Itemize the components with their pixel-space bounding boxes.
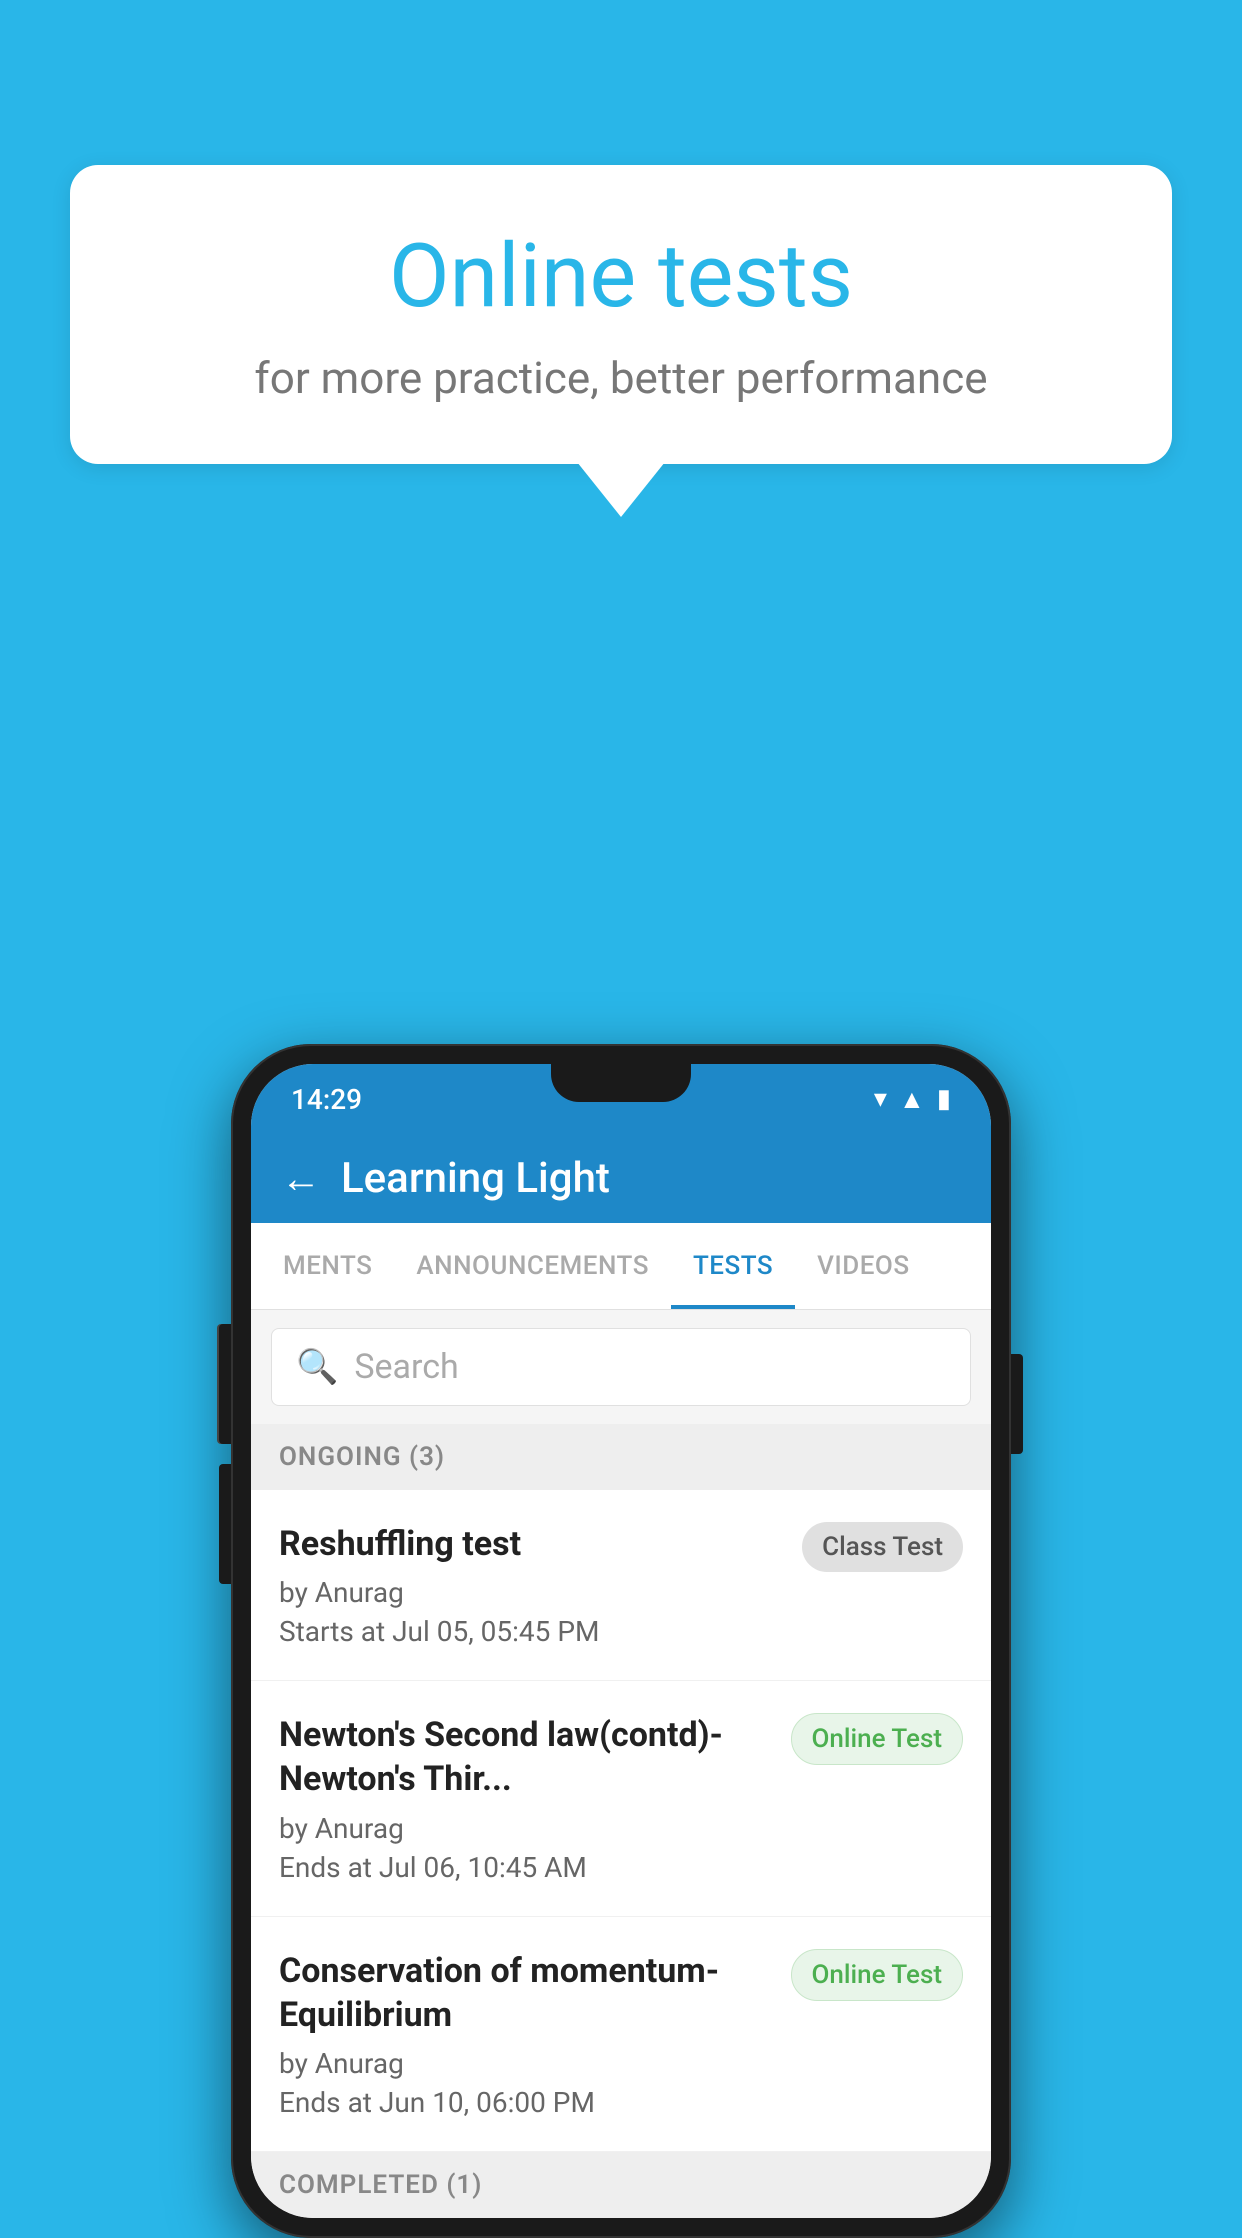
test-date: Ends at Jul 06, 10:45 AM (279, 1851, 771, 1884)
back-button[interactable]: ← (281, 1155, 321, 1202)
test-name: Conservation of momentum-Equilibrium (279, 1949, 771, 2037)
app-title: Learning Light (341, 1154, 610, 1203)
notch (551, 1064, 691, 1102)
tab-announcements[interactable]: ANNOUNCEMENTS (394, 1223, 671, 1309)
test-info: Reshuffling test by Anurag Starts at Jul… (279, 1522, 802, 1648)
test-author: by Anurag (279, 1812, 771, 1845)
test-badge: Online Test (791, 1949, 964, 2001)
signal-icon: ▲ (899, 1084, 925, 1115)
status-bar: 14:29 ▾ ▲ ▮ (251, 1064, 991, 1134)
tabs-bar: MENTS ANNOUNCEMENTS TESTS VIDEOS (251, 1223, 991, 1310)
speech-bubble-section: Online tests for more practice, better p… (70, 165, 1172, 517)
test-date: Ends at Jun 10, 06:00 PM (279, 2086, 771, 2119)
test-author: by Anurag (279, 1576, 782, 1609)
test-item[interactable]: Conservation of momentum-Equilibrium by … (251, 1917, 991, 2152)
battery-icon: ▮ (937, 1084, 951, 1114)
search-container: 🔍 Search (251, 1310, 991, 1424)
test-name: Newton's Second law(contd)-Newton's Thir… (279, 1713, 771, 1801)
phone-screen: 14:29 ▾ ▲ ▮ ← Learning Light MENTS ANNOU… (251, 1064, 991, 2218)
tab-tests[interactable]: TESTS (671, 1223, 795, 1309)
ongoing-title: ONGOING (3) (279, 1442, 445, 1472)
wifi-icon: ▾ (874, 1084, 887, 1114)
app-header: ← Learning Light (251, 1134, 991, 1223)
search-bar[interactable]: 🔍 Search (271, 1328, 971, 1406)
search-placeholder: Search (354, 1347, 458, 1387)
status-time: 14:29 (291, 1083, 362, 1116)
test-date: Starts at Jul 05, 05:45 PM (279, 1615, 782, 1648)
test-badge: Online Test (791, 1713, 964, 1765)
test-item[interactable]: Reshuffling test by Anurag Starts at Jul… (251, 1490, 991, 1681)
phone-mockup: 14:29 ▾ ▲ ▮ ← Learning Light MENTS ANNOU… (231, 1044, 1011, 2238)
bubble-subtitle: for more practice, better performance (150, 352, 1092, 404)
test-author: by Anurag (279, 2047, 771, 2080)
test-item[interactable]: Newton's Second law(contd)-Newton's Thir… (251, 1681, 991, 1916)
status-icons: ▾ ▲ ▮ (874, 1084, 951, 1115)
completed-section-header: COMPLETED (1) (251, 2152, 991, 2218)
ongoing-section-header: ONGOING (3) (251, 1424, 991, 1490)
test-info: Newton's Second law(contd)-Newton's Thir… (279, 1713, 791, 1883)
tab-videos[interactable]: VIDEOS (795, 1223, 931, 1309)
test-info: Conservation of momentum-Equilibrium by … (279, 1949, 791, 2119)
test-list: Reshuffling test by Anurag Starts at Jul… (251, 1490, 991, 2152)
search-icon: 🔍 (296, 1347, 338, 1387)
completed-title: COMPLETED (1) (279, 2170, 482, 2200)
test-badge: Class Test (802, 1522, 963, 1572)
bubble-title: Online tests (150, 225, 1092, 328)
bubble-tail (577, 462, 665, 517)
test-name: Reshuffling test (279, 1522, 782, 1566)
phone-outer: 14:29 ▾ ▲ ▮ ← Learning Light MENTS ANNOU… (231, 1044, 1011, 2238)
speech-bubble: Online tests for more practice, better p… (70, 165, 1172, 464)
tab-ments[interactable]: MENTS (261, 1223, 394, 1309)
